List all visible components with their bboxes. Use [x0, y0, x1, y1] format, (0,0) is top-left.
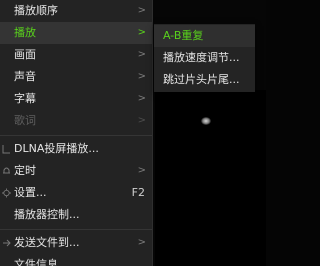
menu-item-dlna-cast[interactable]: DLNA投屏播放... [0, 138, 152, 160]
submenu-item-speed[interactable]: 播放速度调节... [154, 47, 255, 69]
bell-icon [3, 167, 10, 174]
menu-divider [0, 135, 152, 136]
menu-item-label: DLNA投屏播放... [14, 142, 99, 155]
menu-item-label: 播放 [14, 26, 36, 39]
context-menu: 播放顺序 > 播放 > 画面 > 声音 > 字幕 > 歌词 > DLNA投屏播放… [0, 0, 153, 266]
menu-item-label: A-B重复 [163, 29, 204, 42]
menu-item-subtitles[interactable]: 字幕 > [0, 88, 152, 110]
menu-item-play-order[interactable]: 播放顺序 > [0, 0, 152, 22]
menu-item-file-info[interactable]: 文件信息 [0, 254, 152, 266]
menu-item-label: 文件信息 [14, 258, 58, 266]
chevron-right-icon: > [137, 93, 146, 104]
playback-submenu: A-B重复 播放速度调节... 跳过片头片尾... [154, 24, 255, 92]
menu-item-label: 画面 [14, 48, 36, 61]
menu-item-label: 播放器控制... [14, 208, 80, 221]
chevron-right-icon: > [137, 237, 146, 248]
video-area[interactable] [155, 90, 266, 266]
menu-item-timer[interactable]: 定时 > [0, 160, 152, 182]
menu-item-player-control[interactable]: 播放器控制... [0, 204, 152, 226]
submenu-item-ab-repeat[interactable]: A-B重复 [154, 25, 255, 47]
menu-item-label: 歌词 [14, 114, 36, 127]
menu-item-settings[interactable]: 设置... F2 [0, 182, 152, 204]
cast-icon [2, 145, 10, 154]
video-highlight [201, 117, 211, 125]
chevron-right-icon: > [137, 115, 146, 126]
menu-item-label: 播放顺序 [14, 4, 58, 17]
chevron-right-icon: > [137, 27, 146, 38]
menu-item-label: 发送文件到... [14, 236, 80, 249]
chevron-right-icon: > [137, 165, 146, 176]
chevron-right-icon: > [137, 49, 146, 60]
chevron-right-icon: > [137, 5, 146, 16]
send-icon [3, 239, 11, 247]
shortcut-key: F2 [131, 186, 145, 199]
submenu-item-skip-intro-outro[interactable]: 跳过片头片尾... [154, 69, 255, 91]
menu-item-send-file[interactable]: 发送文件到... > [0, 232, 152, 254]
menu-item-label: 设置... [14, 186, 47, 199]
menu-item-label: 播放速度调节... [163, 51, 240, 64]
menu-item-playback[interactable]: 播放 > [0, 22, 152, 44]
menu-item-audio[interactable]: 声音 > [0, 66, 152, 88]
menu-item-label: 字幕 [14, 92, 36, 105]
menu-item-label: 跳过片头片尾... [163, 73, 240, 86]
menu-divider [0, 229, 152, 230]
player-window: 播放顺序 > 播放 > 画面 > 声音 > 字幕 > 歌词 > DLNA投屏播放… [0, 0, 266, 266]
menu-item-label: 声音 [14, 70, 36, 83]
menu-item-lyrics: 歌词 > [0, 110, 152, 132]
menu-item-label: 定时 [14, 164, 36, 177]
chevron-right-icon: > [137, 71, 146, 82]
menu-item-picture[interactable]: 画面 > [0, 44, 152, 66]
gear-icon [2, 188, 11, 198]
